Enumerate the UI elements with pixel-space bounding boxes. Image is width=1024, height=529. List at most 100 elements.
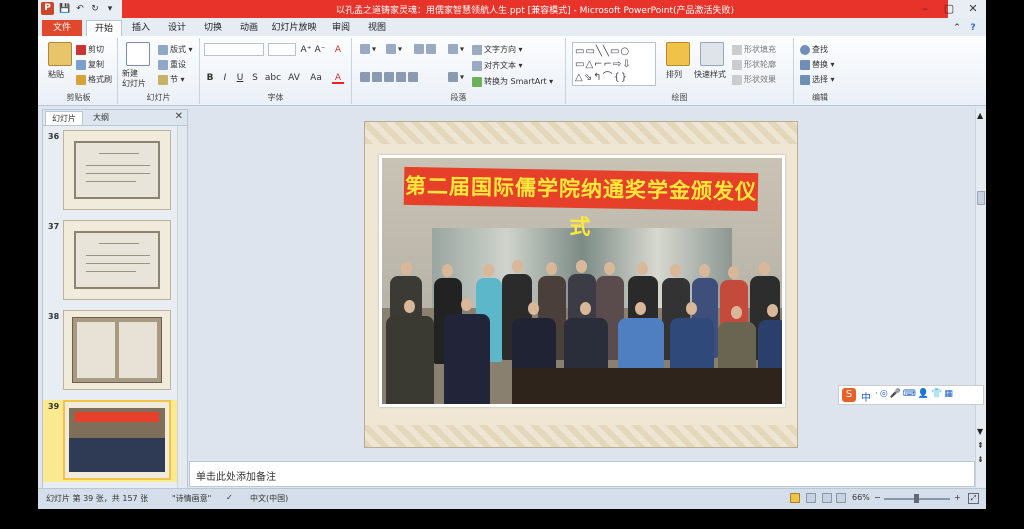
scroll-thumb[interactable] bbox=[977, 191, 985, 205]
section-button[interactable]: 节 ▾ bbox=[158, 74, 185, 85]
align-right-icon bbox=[384, 72, 394, 82]
bullets-button[interactable]: ▾ bbox=[360, 44, 376, 54]
slide-thumbnail-37[interactable]: 37 bbox=[43, 220, 187, 302]
slide-thumbnail-39[interactable]: 39 bbox=[43, 400, 187, 482]
undo-icon[interactable]: ↶ bbox=[73, 2, 87, 16]
person bbox=[386, 316, 434, 404]
change-case-button[interactable]: Aa bbox=[308, 72, 324, 84]
ime-tool-icons[interactable]: ·◎🎤⌨👤👕▦ bbox=[875, 389, 955, 399]
find-button[interactable]: 查找 bbox=[800, 44, 828, 55]
paragraph-group-label: 段落 bbox=[450, 93, 467, 102]
spellcheck-icon[interactable]: ✓ bbox=[226, 493, 233, 502]
close-panel-icon[interactable]: ✕ bbox=[175, 111, 183, 122]
close-button[interactable]: ✕ bbox=[962, 1, 984, 16]
zoom-slider-knob[interactable] bbox=[914, 494, 919, 503]
slide-thumbnail-38[interactable]: 38 bbox=[43, 310, 187, 392]
previous-slide-icon[interactable]: ⇞ bbox=[977, 441, 984, 450]
font-color-button[interactable]: A bbox=[332, 72, 344, 84]
slideshow-view-icon[interactable] bbox=[836, 493, 846, 503]
slide-thumbnail-36[interactable]: 36 bbox=[43, 130, 187, 212]
customize-quick-access-icon[interactable]: ▾ bbox=[103, 2, 117, 16]
layout-button[interactable]: 版式 ▾ bbox=[158, 44, 193, 55]
fit-to-window-icon[interactable]: ⤢ bbox=[968, 493, 979, 504]
powerpoint-logo-icon[interactable]: P bbox=[41, 2, 54, 15]
new-slide-icon[interactable] bbox=[126, 42, 150, 66]
minimize-button[interactable]: – bbox=[914, 1, 936, 16]
ime-mode-indicator[interactable]: 中 bbox=[861, 389, 871, 404]
line-spacing-button[interactable]: ▾ bbox=[448, 44, 464, 54]
zoom-level[interactable]: 66% bbox=[852, 493, 870, 502]
numbering-button[interactable]: ▾ bbox=[386, 44, 402, 54]
tab-file[interactable]: 文件 bbox=[42, 20, 82, 36]
scroll-up-icon[interactable]: ▲ bbox=[977, 111, 983, 120]
reading-view-icon[interactable] bbox=[822, 493, 832, 503]
new-slide-button[interactable]: 新建 幻灯片 bbox=[122, 69, 146, 89]
replace-button[interactable]: 替换 ▾ bbox=[800, 59, 835, 70]
tab-view[interactable]: 视图 bbox=[360, 20, 394, 36]
underline-button[interactable]: U bbox=[234, 72, 246, 84]
next-slide-icon[interactable]: ⇟ bbox=[977, 455, 984, 464]
slide-sorter-icon[interactable] bbox=[806, 493, 816, 503]
align-text-button[interactable]: 对齐文本 ▾ bbox=[472, 60, 523, 71]
shapes-gallery[interactable]: ▭▭╲╲▭○ ▭△⌐⌐⇨⇩ △⇘↰⌒{} bbox=[572, 42, 656, 86]
tab-home[interactable]: 开始 bbox=[86, 20, 122, 36]
reset-button[interactable]: 重设 bbox=[158, 59, 186, 70]
drawing-group-label: 绘图 bbox=[671, 93, 688, 102]
slide-editor[interactable]: 第二届国际儒学院纳通奖学金颁发仪式 bbox=[189, 109, 975, 459]
cut-button[interactable]: 剪切 bbox=[76, 44, 104, 55]
align-buttons[interactable] bbox=[360, 72, 420, 82]
indent-buttons[interactable] bbox=[414, 44, 438, 54]
quick-styles-icon[interactable] bbox=[700, 42, 724, 66]
font-size-combo[interactable] bbox=[268, 43, 296, 56]
shape-effects-button[interactable]: 形状效果 bbox=[732, 74, 776, 85]
clear-format-button[interactable]: A bbox=[332, 44, 344, 56]
quick-styles-button[interactable]: 快速样式 bbox=[694, 69, 726, 80]
tab-insert[interactable]: 插入 bbox=[124, 20, 158, 36]
italic-button[interactable]: I bbox=[219, 72, 231, 84]
bold-button[interactable]: B bbox=[204, 72, 216, 84]
select-button[interactable]: 选择 ▾ bbox=[800, 74, 835, 85]
notes-pane[interactable]: 单击此处添加备注 bbox=[189, 461, 975, 487]
ime-toolbar[interactable]: S 中 ·◎🎤⌨👤👕▦ bbox=[838, 385, 984, 405]
arrange-button[interactable]: 排列 bbox=[666, 69, 682, 80]
paste-button[interactable]: 粘贴 bbox=[48, 69, 64, 80]
current-slide[interactable]: 第二届国际儒学院纳通奖学金颁发仪式 bbox=[364, 121, 798, 448]
shrink-font-button[interactable]: A⁻ bbox=[314, 44, 326, 56]
shape-fill-button[interactable]: 形状填充 bbox=[732, 44, 776, 55]
language-indicator[interactable]: 中文(中国) bbox=[250, 493, 288, 504]
maximize-button[interactable]: ▢ bbox=[938, 1, 960, 16]
redo-icon[interactable]: ↻ bbox=[88, 2, 102, 16]
character-spacing-button[interactable]: AV bbox=[286, 72, 302, 84]
tab-review[interactable]: 审阅 bbox=[324, 20, 358, 36]
tab-transitions[interactable]: 切换 bbox=[196, 20, 230, 36]
ceremony-photo[interactable]: 第二届国际儒学院纳通奖学金颁发仪式 bbox=[379, 155, 785, 407]
zoom-in-button[interactable]: + bbox=[954, 493, 961, 502]
normal-view-icon[interactable] bbox=[790, 493, 800, 503]
person-head bbox=[604, 262, 615, 275]
copy-button[interactable]: 复制 bbox=[76, 59, 104, 70]
shadow-text-button[interactable]: S bbox=[249, 72, 261, 84]
grow-font-button[interactable]: A⁺ bbox=[300, 44, 312, 56]
strikethrough-button[interactable]: abc bbox=[264, 72, 282, 84]
ribbon-collapse-icon[interactable]: ⌃ bbox=[950, 20, 964, 36]
help-icon[interactable]: ? bbox=[966, 20, 980, 36]
panel-scrollbar[interactable] bbox=[177, 126, 187, 488]
save-icon[interactable]: 💾 bbox=[58, 2, 72, 16]
paste-icon[interactable] bbox=[48, 42, 72, 66]
scroll-down-icon[interactable]: ▼ bbox=[977, 427, 983, 436]
tab-animations[interactable]: 动画 bbox=[232, 20, 266, 36]
shape-outline-button[interactable]: 形状轮廓 bbox=[732, 59, 776, 70]
tab-design[interactable]: 设计 bbox=[160, 20, 194, 36]
vertical-scrollbar[interactable]: ▲ ▼ ⇞ ⇟ bbox=[975, 109, 986, 487]
columns-button[interactable]: ▾ bbox=[448, 72, 464, 82]
format-painter-button[interactable]: 格式刷 bbox=[76, 74, 112, 85]
font-name-combo[interactable] bbox=[204, 43, 264, 56]
tab-slides-panel[interactable]: 幻灯片 bbox=[45, 111, 83, 125]
tab-slideshow[interactable]: 幻灯片放映 bbox=[268, 20, 320, 36]
convert-smartart-button[interactable]: 转换为 SmartArt ▾ bbox=[472, 76, 553, 87]
zoom-out-button[interactable]: − bbox=[874, 493, 881, 502]
text-direction-button[interactable]: 文字方向 ▾ bbox=[472, 44, 523, 55]
tab-outline-panel[interactable]: 大纲 bbox=[87, 111, 115, 125]
theme-name[interactable]: "诗情画意" bbox=[172, 493, 211, 504]
arrange-icon[interactable] bbox=[666, 42, 690, 66]
